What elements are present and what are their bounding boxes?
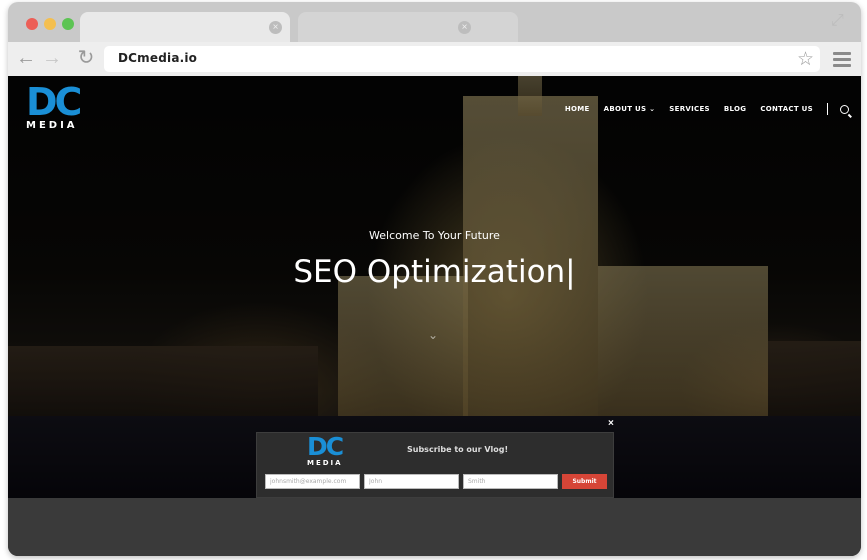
nav-contact-us[interactable]: CONTACT US	[760, 105, 813, 113]
address-bar[interactable]: DCmedia.io ☆	[104, 46, 820, 72]
browser-toolbar: ← → ↻ DCmedia.io ☆	[8, 42, 861, 76]
tab-close-icon[interactable]: ×	[269, 21, 282, 34]
hero-headline: SEO Optimization|	[293, 254, 576, 290]
tab-inactive[interactable]: ×	[298, 12, 518, 42]
nav-services[interactable]: SERVICES	[669, 105, 710, 113]
subscribe-popup: DC MEDIA Subscribe to our Vlog! Submit	[256, 432, 614, 498]
logo-letters: DC	[26, 80, 82, 124]
last-name-field[interactable]	[463, 474, 558, 489]
nav-blog[interactable]: BLOG	[724, 105, 746, 113]
tab-close-icon[interactable]: ×	[458, 21, 471, 34]
site-logo[interactable]: DC MEDIA	[26, 80, 86, 132]
page-below-hero	[8, 498, 861, 556]
back-arrow-icon[interactable]: ←	[16, 48, 36, 68]
scroll-down-icon[interactable]: ⌄	[428, 328, 438, 342]
reload-icon[interactable]: ↻	[76, 48, 96, 68]
popup-logo-word: MEDIA	[307, 459, 343, 467]
search-icon[interactable]	[840, 104, 849, 114]
popup-title: Subscribe to our Vlog!	[407, 445, 509, 454]
site-nav: HOME ABOUT US ⌄ SERVICES BLOG CONTACT US	[551, 102, 849, 116]
popup-logo-letters: DC	[307, 432, 344, 461]
nav-divider	[827, 103, 828, 115]
close-window-button[interactable]	[26, 18, 38, 30]
popup-logo: DC MEDIA	[307, 432, 344, 467]
expand-icon[interactable]: ⤢	[831, 12, 849, 30]
page-viewport: DC MEDIA HOME ABOUT US ⌄ SERVICES BLOG C…	[8, 76, 861, 556]
maximize-window-button[interactable]	[62, 18, 74, 30]
browser-window: × × ⤢ ← → ↻ DCmedia.io ☆ DC MEDIA HOME A…	[8, 2, 861, 556]
first-name-field[interactable]	[364, 474, 459, 489]
tab-active[interactable]: ×	[80, 12, 290, 42]
forward-arrow-icon[interactable]: →	[42, 48, 62, 68]
submit-button[interactable]: Submit	[562, 474, 607, 489]
bookmark-star-icon[interactable]: ☆	[797, 48, 814, 71]
popup-close-icon[interactable]: ×	[608, 418, 614, 429]
nav-home[interactable]: HOME	[565, 105, 590, 113]
email-field[interactable]	[265, 474, 360, 489]
hero-welcome: Welcome To Your Future	[369, 229, 500, 242]
nav-about-us[interactable]: ABOUT US ⌄	[604, 105, 656, 113]
minimize-window-button[interactable]	[44, 18, 56, 30]
address-url[interactable]: DCmedia.io	[118, 51, 197, 65]
browser-menu-icon[interactable]	[833, 52, 851, 70]
logo-word: MEDIA	[26, 120, 78, 131]
